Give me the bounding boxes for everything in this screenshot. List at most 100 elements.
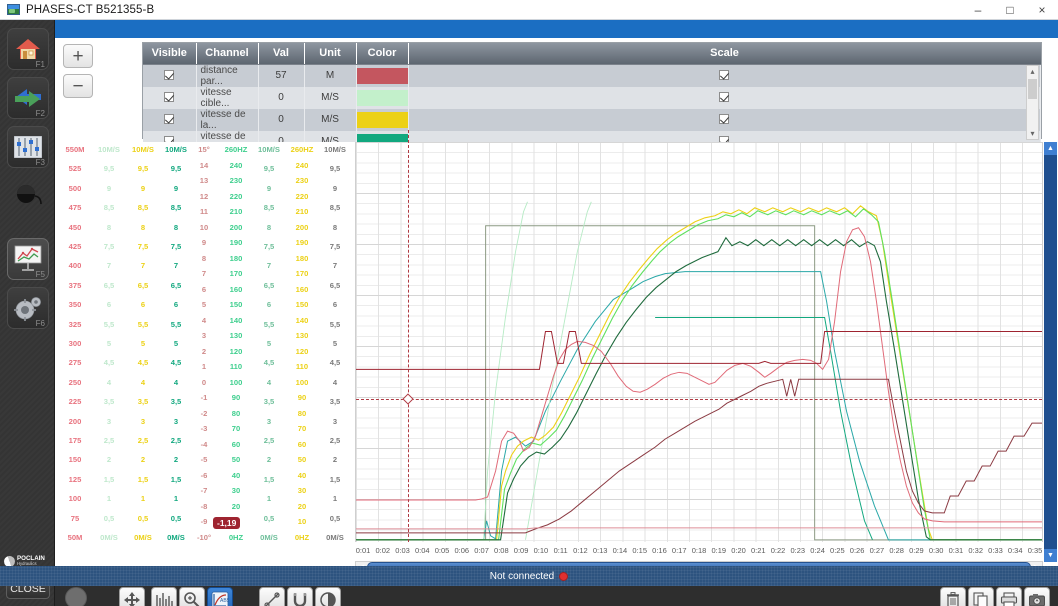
sidebar-key-f2: F2 [35, 109, 45, 118]
cell-scale[interactable] [408, 64, 1041, 87]
sliders-icon [14, 136, 42, 158]
record-dot-icon[interactable] [65, 587, 87, 606]
axis-tick: 2400 [345, 280, 351, 288]
x-axis-tick: 0:09 [513, 546, 529, 555]
x-axis-tick: 0:14 [612, 546, 628, 555]
series-flat-pink [356, 527, 1042, 530]
sidebar-item-oscilloscope[interactable] [7, 175, 49, 217]
cursor-vertical-line[interactable] [408, 130, 409, 542]
remove-channel-button[interactable]: − [63, 74, 93, 98]
series-vitesse-roue [356, 205, 1042, 541]
x-axis-tick: 0:33 [988, 546, 1003, 555]
column-unit[interactable]: Unit [304, 43, 357, 65]
table-vertical-scrollbar[interactable]: ▴ ▾ [1026, 65, 1039, 140]
plot-scroll-down[interactable]: ▼ [1044, 549, 1057, 562]
line-tool-button[interactable] [259, 587, 285, 606]
pan-tool-button[interactable] [119, 587, 145, 606]
window-title-bar: PHASES-CT B521355-B – □ × [0, 0, 1058, 20]
plot-canvas[interactable] [355, 130, 1043, 542]
contrast-tool-button[interactable] [315, 587, 341, 606]
add-channel-button[interactable]: + [63, 44, 93, 68]
cell-visible[interactable] [143, 86, 197, 109]
table-scroll-down[interactable]: ▾ [1027, 128, 1038, 139]
axis-tick: 1000 [345, 489, 351, 497]
cell-visible[interactable] [143, 64, 197, 87]
status-indicator-dot [559, 571, 569, 581]
x-axis-tick: 0:31 [948, 546, 964, 555]
visible-checkbox[interactable] [164, 70, 175, 81]
channel-table: Visible Channel Val Unit Color Scale dis… [142, 42, 1042, 153]
x-axis-tick: 0:03 [395, 546, 410, 555]
color-swatch[interactable] [356, 89, 408, 106]
minimize-button[interactable]: – [962, 0, 994, 19]
delete-button[interactable] [940, 587, 966, 606]
axis-column-axis-rpm: 3250RPM 3200 3100 3000 2900 2800 2700 2600 2500 2… [345, 142, 351, 542]
snapshot-button[interactable] [1024, 587, 1050, 606]
scale-checkbox[interactable] [719, 92, 730, 103]
table-row[interactable]: vitesse cible... 0 M/S [143, 86, 1041, 109]
cursor-y-value-badge: -1,19 [213, 517, 241, 529]
channel-add-remove-group: + − [63, 44, 95, 104]
axis-tick: 800 [345, 519, 351, 527]
sidebar-item-graph[interactable]: F5 [7, 238, 49, 280]
chart-presentation-icon [14, 245, 42, 271]
table-row[interactable]: vitesse de la...0M/S [143, 108, 1041, 131]
column-channel[interactable]: Channel [196, 43, 259, 65]
sidebar-item-transfer[interactable]: F2 [7, 77, 49, 119]
sidebar-item-settings[interactable]: F6 [7, 287, 49, 329]
x-axis-tick: 0:07 [474, 546, 489, 555]
app-icon [7, 4, 20, 15]
cursor-horizontal-line[interactable] [356, 399, 1042, 400]
channel-table-panel: + − Visible Channel Val Unit Color Scale [55, 38, 1058, 153]
cell-color[interactable] [356, 86, 409, 109]
column-color[interactable]: Color [356, 43, 409, 65]
cell-color[interactable] [356, 108, 409, 131]
cell-scale[interactable] [408, 108, 1041, 131]
column-scale[interactable]: Scale [408, 43, 1041, 65]
sidebar-item-home[interactable]: F1 [7, 28, 49, 70]
top-blue-band [55, 20, 1058, 38]
close-window-button[interactable]: × [1026, 0, 1058, 19]
left-sidebar: F1 F2 F3 F5 F6 POCLAIN Hydraulics CLOSE [0, 20, 55, 606]
bar-tool-button[interactable] [151, 587, 177, 606]
application-body: F1 F2 F3 F5 F6 POCLAIN Hydraulics CLOSE … [0, 20, 1058, 606]
axis-tick: 1800 [345, 370, 351, 378]
magnet-tool-button[interactable] [287, 587, 313, 606]
table-scroll-up[interactable]: ▴ [1027, 66, 1038, 77]
x-axis-tick: 0:01 [355, 546, 371, 555]
x-axis-tick: 0:27 [869, 546, 885, 555]
exchange-arrows-icon [15, 89, 41, 107]
color-swatch[interactable] [356, 111, 408, 128]
scale-checkbox[interactable] [719, 70, 730, 81]
magnifier-plus-icon [184, 592, 200, 606]
visible-checkbox[interactable] [164, 114, 175, 125]
plot-vertical-scrollbar[interactable]: ▲ ▼ [1044, 142, 1057, 562]
axis-tick: 900 [345, 504, 351, 512]
color-swatch[interactable] [356, 67, 408, 84]
axis-tick: 3250RPM [345, 146, 351, 154]
maximize-button[interactable]: □ [994, 0, 1026, 19]
plot-scroll-up[interactable]: ▲ [1044, 142, 1057, 155]
cell-scale[interactable] [408, 86, 1041, 109]
print-button[interactable] [996, 587, 1022, 606]
cell-visible[interactable] [143, 108, 197, 131]
scale-checkbox[interactable] [719, 114, 730, 125]
axis-tick: 2100 [345, 325, 351, 333]
sidebar-item-sliders[interactable]: F3 [7, 126, 49, 168]
x-axis-tick: 0:26 [849, 546, 865, 555]
table-row[interactable]: distance par... 57 M [143, 64, 1041, 87]
axis-tick: 2800 [345, 221, 351, 229]
copy-button[interactable] [968, 587, 994, 606]
zoom-tool-button[interactable] [179, 587, 205, 606]
visible-checkbox[interactable] [164, 92, 175, 103]
series-step-lower [356, 378, 1042, 534]
table-scroll-thumb[interactable] [1028, 79, 1037, 99]
axis-tick: 3200 [345, 161, 351, 169]
axis-tool-button[interactable]: ABS [207, 587, 233, 606]
move-cross-arrows-icon [124, 592, 140, 606]
column-val[interactable]: Val [258, 43, 305, 65]
column-visible[interactable]: Visible [143, 43, 197, 65]
axis-tick: 1600 [345, 400, 351, 408]
cell-color[interactable] [356, 64, 409, 87]
cell-val: 0 [258, 86, 305, 109]
